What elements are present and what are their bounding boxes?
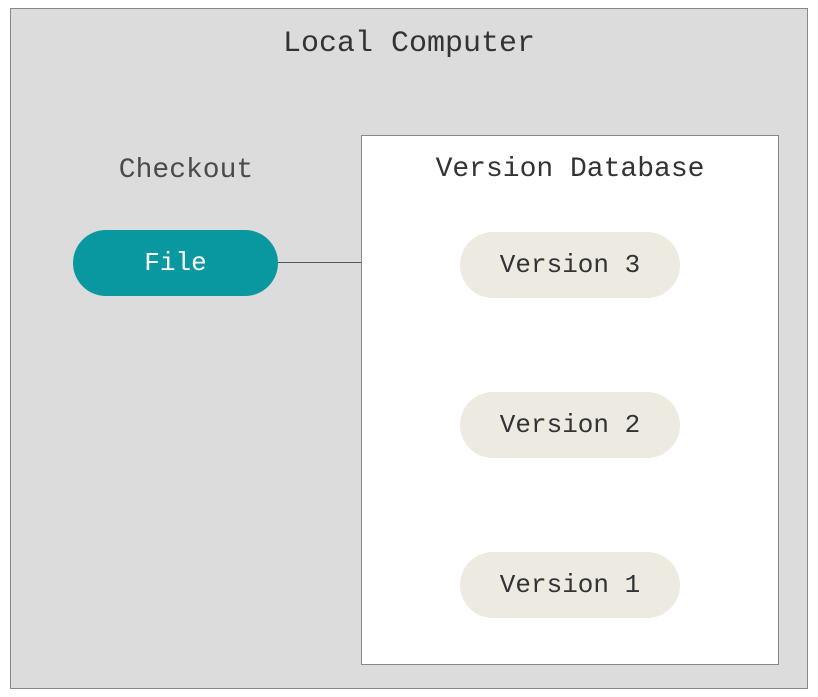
version-1-label: Version 1	[500, 570, 640, 600]
version-2-node: Version 2	[460, 392, 680, 458]
local-computer-container: Local Computer Checkout File Version Dat…	[10, 8, 808, 689]
version-3-label: Version 3	[500, 250, 640, 280]
diagram-title: Local Computer	[11, 27, 807, 61]
version-database-title: Version Database	[362, 154, 778, 185]
checkout-label: Checkout	[86, 155, 286, 186]
version-database-container: Version Database Version 3 Version 2 Ver…	[361, 135, 779, 665]
file-node-label: File	[144, 248, 206, 278]
version-3-node: Version 3	[460, 232, 680, 298]
version-1-node: Version 1	[460, 552, 680, 618]
version-2-label: Version 2	[500, 410, 640, 440]
file-node: File	[73, 230, 278, 296]
